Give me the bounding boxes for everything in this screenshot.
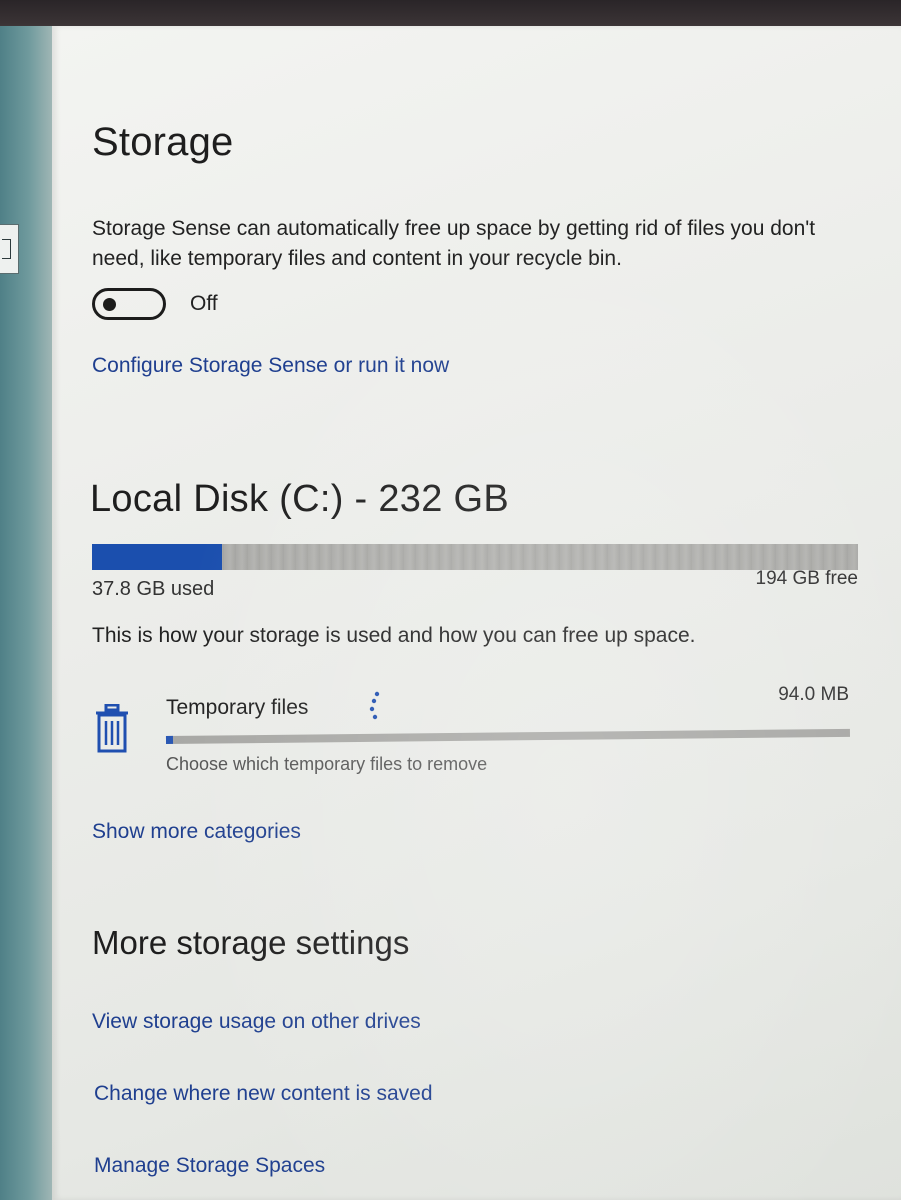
disk-usage-fill [92, 544, 223, 570]
storage-usage-info: This is how your storage is used and how… [92, 624, 696, 647]
disk-usage-bar [92, 544, 858, 570]
category-usage-fill [165, 735, 173, 744]
nav-edge-button[interactable] [0, 224, 19, 274]
change-new-content-location-link[interactable]: Change where new content is saved [94, 1082, 433, 1106]
category-subtitle[interactable]: Choose which temporary files to remove [166, 754, 487, 775]
disk-used-label: 37.8 GB used [92, 578, 215, 600]
trash-icon [96, 704, 128, 753]
loading-spinner-icon [369, 691, 380, 720]
disk-free-label: 194 GB free [755, 568, 858, 589]
toggle-state-label: Off [190, 292, 218, 315]
configure-storage-sense-link[interactable]: Configure Storage Sense or run it now [92, 354, 449, 378]
view-storage-other-drives-link[interactable]: View storage usage on other drives [92, 1010, 421, 1034]
manage-storage-spaces-link[interactable]: Manage Storage Spaces [94, 1154, 325, 1178]
navigation-pane-edge [0, 26, 52, 1200]
category-temporary-files[interactable]: Temporary files [166, 696, 308, 720]
toggle-knob [103, 298, 116, 311]
category-usage-bar [165, 728, 851, 744]
storage-settings-page: Storage Storage Sense can automatically … [52, 26, 901, 1200]
page-title: Storage [92, 120, 234, 164]
storage-sense-toggle[interactable] [92, 288, 166, 320]
show-more-categories-link[interactable]: Show more categories [92, 820, 301, 844]
storage-sense-description: Storage Sense can automatically free up … [92, 217, 816, 270]
more-storage-settings-heading: More storage settings [92, 924, 410, 961]
category-size: 94.0 MB [778, 684, 849, 705]
disk-title: Local Disk (C:) - 232 GB [90, 478, 509, 520]
